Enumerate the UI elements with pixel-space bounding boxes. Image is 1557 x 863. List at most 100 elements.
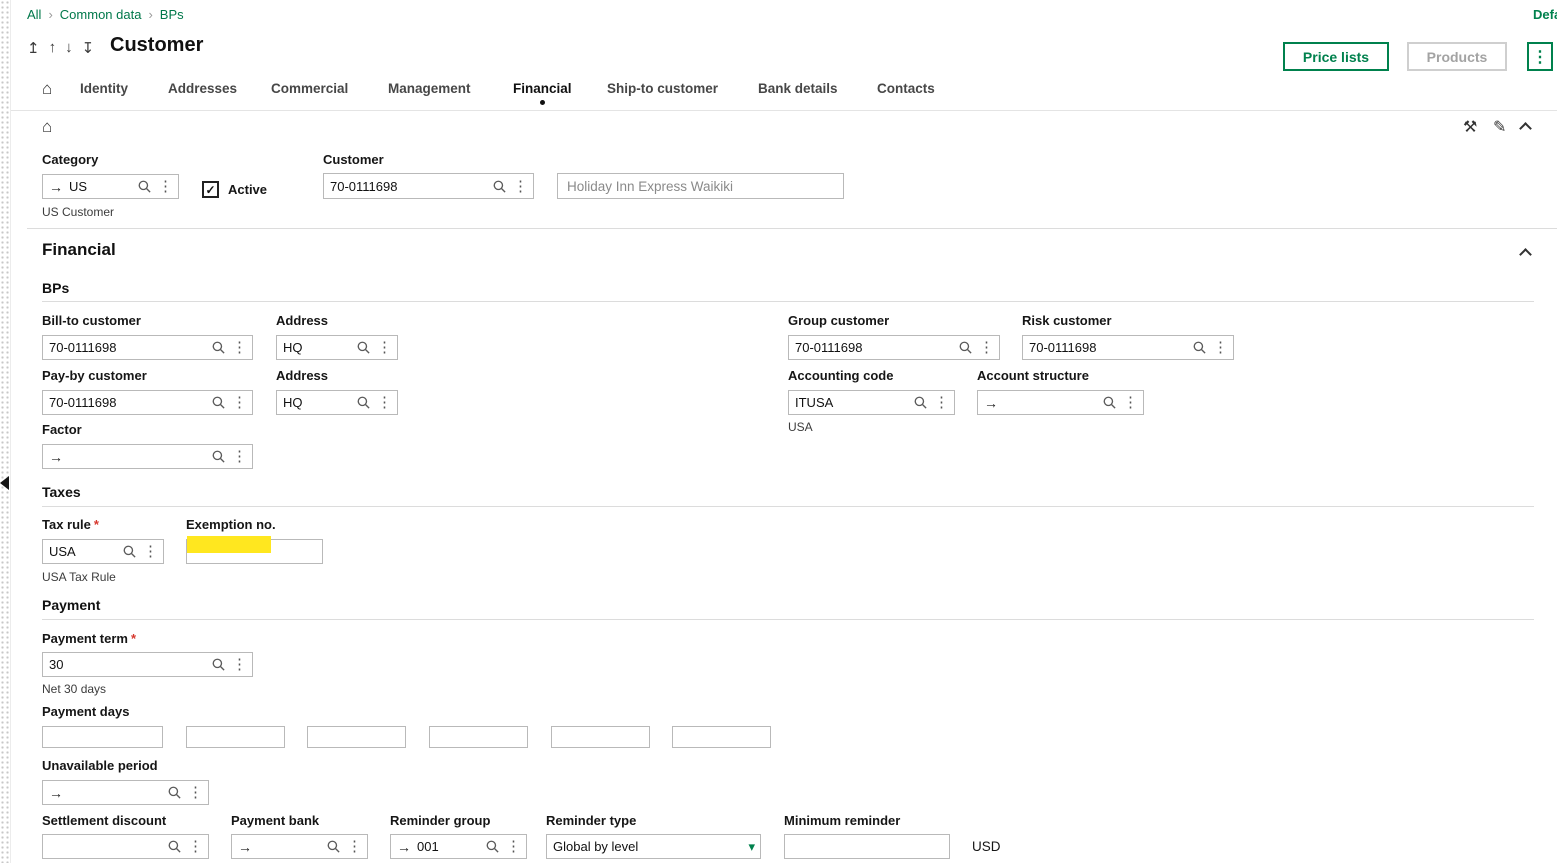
lookup-icon[interactable] <box>137 179 152 194</box>
accounting-code-field[interactable]: ITUSA ⋮ <box>788 390 955 415</box>
reminder-group-field[interactable]: → 001 ⋮ <box>390 834 527 859</box>
last-record-icon[interactable]: ↧ <box>82 39 95 57</box>
tab-financial[interactable]: Financial <box>513 81 572 96</box>
tools-icon[interactable]: ⚒ <box>1463 117 1477 137</box>
payment-bank-field[interactable]: → ⋮ <box>231 834 368 859</box>
lookup-icon[interactable] <box>958 340 973 355</box>
top-right-link[interactable]: Defa <box>1533 7 1557 22</box>
tab-commercial[interactable]: Commercial <box>271 81 348 96</box>
minimum-reminder-field[interactable] <box>784 834 950 859</box>
lookup-icon[interactable] <box>211 657 226 672</box>
risk-customer-field[interactable]: 70-0111698 ⋮ <box>1022 335 1234 360</box>
pay-by-customer-field[interactable]: 70-0111698 ⋮ <box>42 390 253 415</box>
jump-icon[interactable]: → <box>49 785 63 801</box>
breadcrumb-common-data[interactable]: Common data <box>60 7 142 22</box>
more-options-icon[interactable]: ⋮ <box>1213 340 1228 355</box>
collapse-card-icon[interactable] <box>1519 122 1532 135</box>
lookup-icon[interactable] <box>492 179 507 194</box>
lookup-icon[interactable] <box>356 340 371 355</box>
lookup-icon[interactable] <box>326 839 341 854</box>
panel-collapse-handle[interactable] <box>0 476 9 490</box>
reminder-group-label: Reminder group <box>390 813 490 828</box>
lookup-icon[interactable] <box>211 449 226 464</box>
collapse-financial-icon[interactable] <box>1519 248 1532 261</box>
bill-to-address-field[interactable]: HQ ⋮ <box>276 335 398 360</box>
tab-ship-to-customer[interactable]: Ship-to customer <box>607 81 718 96</box>
payment-term-field[interactable]: 30 ⋮ <box>42 652 253 677</box>
jump-icon[interactable]: → <box>49 449 63 465</box>
more-options-icon[interactable]: ⋮ <box>979 340 994 355</box>
chevron-down-icon[interactable]: ▾ <box>748 839 755 855</box>
settlement-discount-field[interactable]: ⋮ <box>42 834 209 859</box>
active-tab-indicator <box>540 100 545 105</box>
tax-rule-field[interactable]: USA ⋮ <box>42 539 164 564</box>
category-field[interactable]: → US ⋮ <box>42 174 179 199</box>
tabs-home-icon[interactable]: ⌂ <box>42 79 52 99</box>
next-record-icon[interactable]: ↓ <box>65 39 73 57</box>
tab-bank-details[interactable]: Bank details <box>758 81 838 96</box>
breadcrumb-all[interactable]: All <box>27 7 41 22</box>
factor-field[interactable]: → ⋮ <box>42 444 253 469</box>
more-options-icon[interactable]: ⋮ <box>143 544 158 559</box>
previous-record-icon[interactable]: ↑ <box>49 39 57 57</box>
more-options-icon[interactable]: ⋮ <box>158 179 173 194</box>
products-button[interactable]: Products <box>1407 42 1507 71</box>
customer-code-field[interactable]: 70-0111698 ⋮ <box>323 173 534 199</box>
payment-day-input-5[interactable] <box>551 726 650 748</box>
customer-name-field[interactable]: Holiday Inn Express Waikiki <box>557 173 844 199</box>
exemption-no-label: Exemption no. <box>186 517 276 532</box>
lookup-icon[interactable] <box>211 395 226 410</box>
more-options-icon[interactable]: ⋮ <box>377 340 392 355</box>
payment-day-input-1[interactable] <box>42 726 163 748</box>
more-options-icon[interactable]: ⋮ <box>188 785 203 800</box>
more-options-icon[interactable]: ⋮ <box>232 657 247 672</box>
first-record-icon[interactable]: ↥ <box>27 39 40 57</box>
lookup-icon[interactable] <box>1192 340 1207 355</box>
bill-to-customer-field[interactable]: 70-0111698 ⋮ <box>42 335 253 360</box>
lookup-icon[interactable] <box>1102 395 1117 410</box>
account-structure-field[interactable]: → ⋮ <box>977 390 1144 415</box>
payment-day-input-3[interactable] <box>307 726 406 748</box>
active-checkbox[interactable]: ✓ <box>202 181 219 198</box>
edit-icon[interactable]: ✎ <box>1493 117 1506 137</box>
more-options-icon[interactable]: ⋮ <box>232 340 247 355</box>
group-customer-field[interactable]: 70-0111698 ⋮ <box>788 335 1000 360</box>
more-options-icon[interactable]: ⋮ <box>232 395 247 410</box>
tab-management[interactable]: Management <box>388 81 471 96</box>
lookup-icon[interactable] <box>167 839 182 854</box>
tab-contacts[interactable]: Contacts <box>877 81 935 96</box>
payment-day-input-6[interactable] <box>672 726 771 748</box>
more-options-icon[interactable]: ⋮ <box>1123 395 1138 410</box>
price-lists-button[interactable]: Price lists <box>1283 42 1389 71</box>
collapsed-nav-strip[interactable] <box>0 0 11 863</box>
more-options-icon[interactable]: ⋮ <box>188 839 203 854</box>
header-more-actions-button[interactable]: ⋮ <box>1527 42 1553 71</box>
jump-icon[interactable]: → <box>984 395 998 411</box>
payment-day-input-4[interactable] <box>429 726 528 748</box>
section-home-icon[interactable]: ⌂ <box>42 117 52 137</box>
breadcrumb-bps[interactable]: BPs <box>160 7 184 22</box>
bill-to-address-value: HQ <box>283 340 356 355</box>
pay-by-address-field[interactable]: HQ ⋮ <box>276 390 398 415</box>
more-options-icon[interactable]: ⋮ <box>506 839 521 854</box>
more-options-icon[interactable]: ⋮ <box>232 449 247 464</box>
jump-icon[interactable]: → <box>397 839 411 855</box>
more-options-icon[interactable]: ⋮ <box>347 839 362 854</box>
lookup-icon[interactable] <box>211 340 226 355</box>
lookup-icon[interactable] <box>167 785 182 800</box>
record-navigation: ↥ ↑ ↓ ↧ <box>27 39 94 57</box>
more-options-icon[interactable]: ⋮ <box>377 395 392 410</box>
jump-icon[interactable]: → <box>238 839 252 855</box>
reminder-type-dropdown[interactable]: Global by level ▾ <box>546 834 761 859</box>
payment-day-input-2[interactable] <box>186 726 285 748</box>
jump-icon[interactable]: → <box>49 179 63 195</box>
more-options-icon[interactable]: ⋮ <box>513 179 528 194</box>
more-options-icon[interactable]: ⋮ <box>934 395 949 410</box>
tab-identity[interactable]: Identity <box>80 81 128 96</box>
tab-addresses[interactable]: Addresses <box>168 81 237 96</box>
lookup-icon[interactable] <box>122 544 137 559</box>
unavailable-period-field[interactable]: → ⋮ <box>42 780 209 805</box>
lookup-icon[interactable] <box>485 839 500 854</box>
lookup-icon[interactable] <box>913 395 928 410</box>
lookup-icon[interactable] <box>356 395 371 410</box>
